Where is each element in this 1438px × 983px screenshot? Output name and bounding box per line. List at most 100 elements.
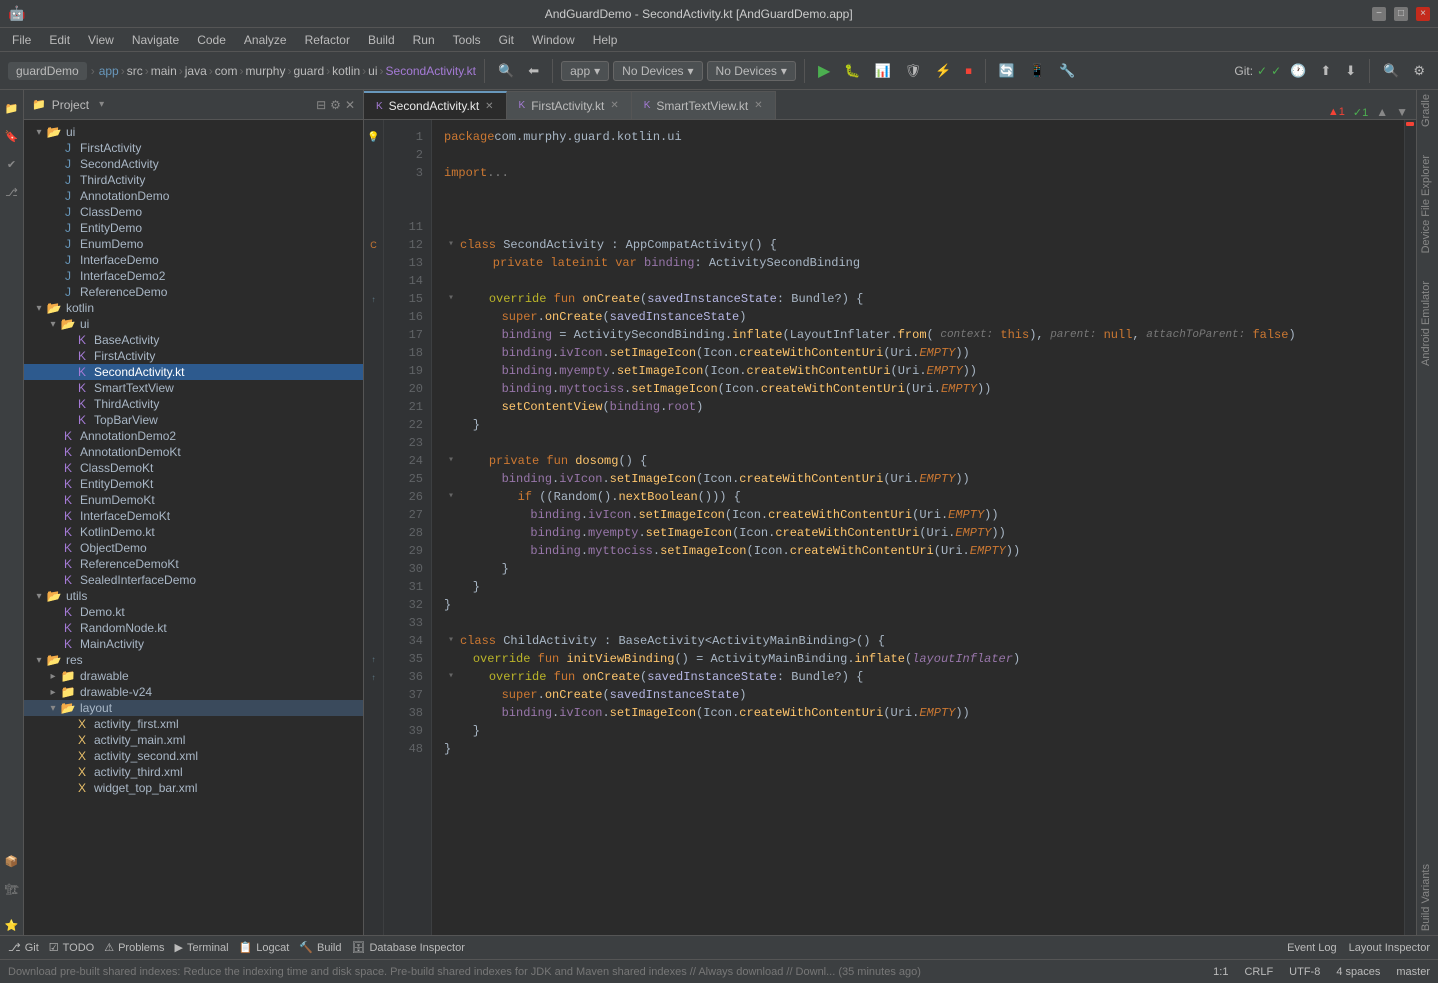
close-btn[interactable]: × xyxy=(1416,7,1430,21)
tree-item-sealed-interface[interactable]: K SealedInterfaceDemo xyxy=(24,572,363,588)
tree-item-random-node[interactable]: K RandomNode.kt xyxy=(24,620,363,636)
app-config-dropdown[interactable]: app ▾ xyxy=(561,61,609,81)
todo-tool-btn[interactable]: ☑ TODO xyxy=(49,941,94,954)
tree-item-base-activity[interactable]: K BaseActivity xyxy=(24,332,363,348)
tree-item-class-demo-kt[interactable]: K ClassDemoKt xyxy=(24,460,363,476)
tree-item-interface-demo-kt[interactable]: K InterfaceDemoKt xyxy=(24,508,363,524)
profile-btn[interactable]: 📊 xyxy=(869,60,895,82)
tree-item-topbarview[interactable]: K TopBarView xyxy=(24,412,363,428)
tree-item-activity-second-xml[interactable]: X activity_second.xml xyxy=(24,748,363,764)
tree-item-interface-demo[interactable]: J InterfaceDemo xyxy=(24,252,363,268)
bc-com[interactable]: com xyxy=(215,64,238,78)
menu-item-build[interactable]: Build xyxy=(360,31,403,49)
logcat-tool-btn[interactable]: 📋 Logcat xyxy=(239,941,290,954)
sdk-btn[interactable]: 🔧 xyxy=(1054,60,1080,82)
menu-item-git[interactable]: Git xyxy=(491,31,522,49)
tree-item-second-activity-java[interactable]: J SecondActivity xyxy=(24,156,363,172)
tab-second-activity[interactable]: K SecondActivity.kt ✕ xyxy=(364,91,507,119)
search-everywhere-btn[interactable]: 🔍 xyxy=(493,60,519,82)
devices-dropdown[interactable]: No Devices ▾ xyxy=(613,61,702,81)
build-variants-label[interactable]: Build Variants xyxy=(1417,860,1438,935)
tree-item-entity-demo-kt[interactable]: K EntityDemoKt xyxy=(24,476,363,492)
scroll-bottom-btn[interactable]: ▼ xyxy=(1396,105,1408,119)
editor-content[interactable]: 💡 C ↑ xyxy=(364,120,1416,935)
tab-first-activity[interactable]: K FirstActivity.kt ✕ xyxy=(507,91,632,119)
git-history-btn[interactable]: 🕐 xyxy=(1285,60,1311,82)
tree-item-class-demo[interactable]: J ClassDemo xyxy=(24,204,363,220)
android-emulator-label[interactable]: Android Emulator xyxy=(1417,277,1438,370)
sidebar-bookmark-icon[interactable]: 🔖 xyxy=(2,126,22,146)
fold-12[interactable]: ▾ xyxy=(444,238,458,252)
sidebar-project-icon[interactable]: 📁 xyxy=(2,98,22,118)
code-area[interactable]: package com.murphy.guard.kotlin.ui impor… xyxy=(432,120,1404,935)
problems-tool-btn[interactable]: ⚠ Problems xyxy=(104,941,164,954)
tree-item-res[interactable]: ▾ 📂 res xyxy=(24,652,363,668)
gradle-panel-label[interactable]: Gradle xyxy=(1417,90,1438,131)
build-tool-btn[interactable]: 🔨 Build xyxy=(299,941,341,954)
tree-item-drawable[interactable]: ▸ 📁 drawable xyxy=(24,668,363,684)
tree-item-annotation-demo[interactable]: J AnnotationDemo xyxy=(24,188,363,204)
minimize-btn[interactable]: − xyxy=(1372,7,1386,21)
tree-item-drawable-v24[interactable]: ▸ 📁 drawable-v24 xyxy=(24,684,363,700)
tree-item-kotlin-demo[interactable]: K KotlinDemo.kt xyxy=(24,524,363,540)
tree-item-first-activity-java[interactable]: J FirstActivity xyxy=(24,140,363,156)
settings-btn[interactable]: ⚙ xyxy=(1408,60,1430,82)
tree-options-btn[interactable]: ⚙ xyxy=(330,98,341,112)
bc-main[interactable]: main xyxy=(151,64,177,78)
nav-back-btn[interactable]: ⬅ xyxy=(523,60,544,82)
tree-item-utils[interactable]: ▾ 📂 utils xyxy=(24,588,363,604)
layout-inspector-btn[interactable]: Layout Inspector xyxy=(1349,942,1430,954)
tree-item-third-activity-java[interactable]: J ThirdActivity xyxy=(24,172,363,188)
event-log-btn[interactable]: Event Log xyxy=(1287,942,1337,954)
indent-indicator[interactable]: 4 spaces xyxy=(1336,966,1380,978)
menu-item-navigate[interactable]: Navigate xyxy=(124,31,187,49)
bc-ui[interactable]: ui xyxy=(368,64,377,78)
menu-item-code[interactable]: Code xyxy=(189,31,234,49)
sidebar-structure-icon[interactable]: 🏗 xyxy=(2,879,22,899)
db-inspector-tool-btn[interactable]: 🗄 Database Inspector xyxy=(352,941,465,954)
collapse-all-btn[interactable]: ⊟ xyxy=(316,98,326,112)
avd-btn[interactable]: 📱 xyxy=(1024,60,1050,82)
tree-item-third-activity-kt[interactable]: K ThirdActivity xyxy=(24,396,363,412)
tree-item-widget-top-bar-xml[interactable]: X widget_top_bar.xml xyxy=(24,780,363,796)
tree-item-enum-demo[interactable]: J EnumDemo xyxy=(24,236,363,252)
terminal-tool-btn[interactable]: ▶ Terminal xyxy=(175,941,229,954)
tab-stv-close[interactable]: ✕ xyxy=(754,100,762,111)
tree-item-main-activity[interactable]: K MainActivity xyxy=(24,636,363,652)
coverage-btn[interactable]: 🛡 xyxy=(900,60,927,82)
tree-item-activity-third-xml[interactable]: X activity_third.xml xyxy=(24,764,363,780)
tree-item-smart-text-view[interactable]: K SmartTextView xyxy=(24,380,363,396)
menu-item-help[interactable]: Help xyxy=(585,31,626,49)
tree-item-annotation-demo2[interactable]: K AnnotationDemo2 xyxy=(24,428,363,444)
bc-file[interactable]: SecondActivity.kt xyxy=(386,64,476,78)
menu-item-tools[interactable]: Tools xyxy=(445,31,489,49)
fold-24[interactable]: ▾ xyxy=(444,454,458,468)
bc-src[interactable]: src xyxy=(127,64,143,78)
bc-murphy[interactable]: murphy xyxy=(245,64,285,78)
search-btn[interactable]: 🔍 xyxy=(1378,60,1404,82)
tree-item-annotation-demo-kt[interactable]: K AnnotationDemoKt xyxy=(24,444,363,460)
git-pull-btn[interactable]: ⬇ xyxy=(1340,60,1361,82)
git-tool-btn[interactable]: ⎇ Git xyxy=(8,941,39,954)
git-push-btn[interactable]: ⬆ xyxy=(1315,60,1336,82)
menu-item-view[interactable]: View xyxy=(80,31,122,49)
fold-36[interactable]: ▾ xyxy=(444,670,458,684)
line-sep-indicator[interactable]: CRLF xyxy=(1244,966,1273,978)
position-indicator[interactable]: 1:1 xyxy=(1213,966,1228,978)
project-name[interactable]: guardDemo xyxy=(8,62,87,80)
tab-fa-close[interactable]: ✕ xyxy=(610,100,618,111)
menu-item-edit[interactable]: Edit xyxy=(41,31,78,49)
bc-guard[interactable]: guard xyxy=(293,64,324,78)
run-btn[interactable]: ▶ xyxy=(813,59,835,83)
apply-changes-btn[interactable]: ⚡ xyxy=(930,60,956,82)
devices-dropdown2[interactable]: No Devices ▾ xyxy=(707,61,796,81)
fold-34[interactable]: ▾ xyxy=(444,634,458,648)
scroll-top-btn[interactable]: ▲ xyxy=(1376,105,1388,119)
debug-btn[interactable]: 🐛 xyxy=(839,60,865,82)
device-file-explorer-label[interactable]: Device File Explorer xyxy=(1417,151,1438,257)
menu-item-window[interactable]: Window xyxy=(524,31,583,49)
tab-sa-close[interactable]: ✕ xyxy=(485,101,493,112)
menu-item-file[interactable]: File xyxy=(4,31,39,49)
bc-kotlin[interactable]: kotlin xyxy=(332,64,360,78)
maximize-btn[interactable]: □ xyxy=(1394,7,1408,21)
